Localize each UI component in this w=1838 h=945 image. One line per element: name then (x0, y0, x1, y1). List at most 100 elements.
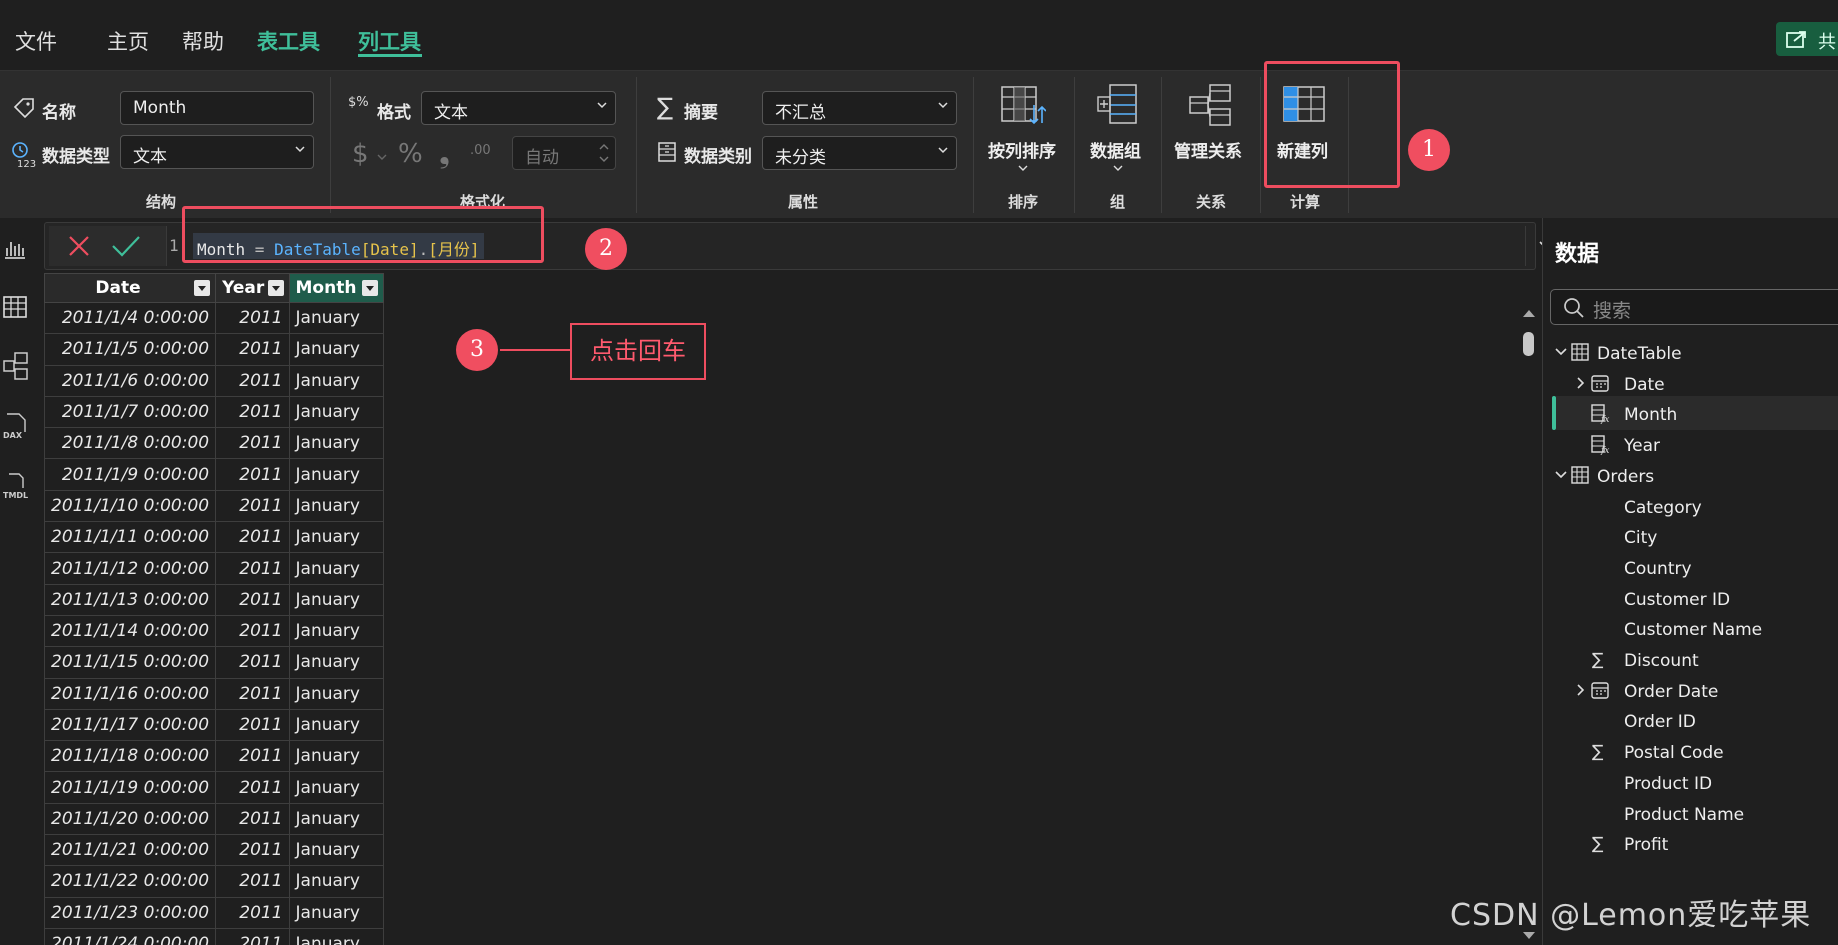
cell-date[interactable]: 2011/1/18 0:00:00 (44, 740, 217, 773)
format-select[interactable]: 文本 (421, 91, 616, 125)
cell-month[interactable]: January (288, 427, 384, 460)
cell-month[interactable]: January (288, 896, 384, 929)
field-tree-item[interactable]: Product Name (1543, 798, 1838, 832)
field-tree-table[interactable]: Orders (1543, 460, 1838, 494)
sort-by-column-button[interactable]: 按列排序 (983, 79, 1063, 179)
cell-month[interactable]: January (288, 614, 384, 648)
column-name-input[interactable]: Month (120, 91, 314, 125)
chevron-down-icon[interactable] (1555, 470, 1567, 480)
tmdl-view-icon[interactable]: TMDL (3, 472, 31, 502)
cell-month[interactable]: January (288, 489, 384, 523)
field-tree-item[interactable]: fx Year (1543, 429, 1838, 463)
cell-year[interactable]: 2011 (215, 927, 290, 945)
cell-year[interactable]: 2011 (215, 677, 290, 710)
cell-date[interactable]: 2011/1/11 0:00:00 (44, 521, 217, 554)
column-filter-button[interactable] (267, 280, 284, 296)
cell-date[interactable]: 2011/1/5 0:00:00 (44, 333, 217, 366)
column-filter-button[interactable] (362, 280, 378, 296)
field-tree-item[interactable]: Order ID (1543, 705, 1838, 739)
cell-month[interactable]: January (288, 708, 384, 742)
field-tree-table[interactable]: DateTable (1543, 337, 1838, 371)
cell-date[interactable]: 2011/1/24 0:00:00 (44, 927, 217, 945)
field-tree-item[interactable]: ∑ Discount (1543, 644, 1838, 678)
cell-date[interactable]: 2011/1/22 0:00:00 (44, 865, 217, 898)
cell-month[interactable]: January (288, 927, 384, 945)
cell-date[interactable]: 2011/1/7 0:00:00 (44, 395, 217, 429)
model-view-icon[interactable] (3, 352, 29, 380)
cell-year[interactable]: 2011 (215, 458, 290, 491)
cell-year[interactable]: 2011 (215, 521, 290, 554)
currency-button[interactable]: $ (352, 139, 369, 169)
tab-file[interactable]: 文件 (15, 26, 57, 56)
cell-month[interactable]: January (288, 458, 384, 491)
field-tree-item[interactable]: Order Date (1543, 675, 1838, 709)
column-filter-button[interactable] (194, 280, 211, 296)
column-header-date[interactable]: Date (44, 273, 217, 303)
share-button[interactable]: 共 (1776, 22, 1838, 56)
chevron-right-icon[interactable] (1576, 377, 1586, 389)
cell-month[interactable]: January (288, 395, 384, 429)
cell-year[interactable]: 2011 (215, 802, 290, 836)
cell-year[interactable]: 2011 (215, 740, 290, 773)
cell-date[interactable]: 2011/1/12 0:00:00 (44, 552, 217, 585)
field-tree-item[interactable]: City (1543, 521, 1838, 555)
cell-month[interactable]: January (288, 802, 384, 836)
field-tree-item[interactable]: Country (1543, 552, 1838, 586)
cell-date[interactable]: 2011/1/23 0:00:00 (44, 896, 217, 929)
field-tree-item[interactable]: ∑ Postal Code (1543, 736, 1838, 770)
report-view-icon[interactable] (3, 238, 27, 260)
cell-date[interactable]: 2011/1/8 0:00:00 (44, 427, 217, 460)
cell-year[interactable]: 2011 (215, 333, 290, 366)
commit-formula-icon[interactable] (111, 234, 141, 258)
dax-query-view-icon[interactable]: DAX (3, 412, 29, 442)
cell-year[interactable]: 2011 (215, 614, 290, 648)
cell-month[interactable]: January (288, 301, 384, 335)
cell-month[interactable]: January (288, 771, 384, 804)
cell-year[interactable]: 2011 (215, 646, 290, 679)
cell-month[interactable]: January (288, 834, 384, 867)
tab-column-tools[interactable]: 列工具 (358, 26, 421, 56)
cell-year[interactable]: 2011 (215, 489, 290, 523)
tab-help[interactable]: 帮助 (182, 26, 224, 56)
cell-year[interactable]: 2011 (215, 552, 290, 585)
field-tree-item[interactable]: fx Month (1543, 398, 1838, 432)
cell-year[interactable]: 2011 (215, 865, 290, 898)
percent-button[interactable]: % (398, 139, 423, 169)
chevron-right-icon[interactable] (1576, 684, 1586, 696)
scroll-up-arrow[interactable] (1523, 310, 1535, 317)
chevron-down-icon[interactable] (1555, 347, 1567, 357)
cell-year[interactable]: 2011 (215, 364, 290, 397)
column-header-month[interactable]: Month (288, 273, 384, 303)
cell-month[interactable]: January (288, 740, 384, 773)
manage-relationships-button[interactable]: 管理关系 (1170, 79, 1250, 179)
cell-date[interactable]: 2011/1/9 0:00:00 (44, 458, 217, 491)
cell-year[interactable]: 2011 (215, 896, 290, 929)
field-tree-item[interactable]: Date (1543, 368, 1838, 402)
grid-vertical-scrollbar[interactable] (1520, 310, 1536, 945)
scroll-thumb[interactable] (1523, 332, 1534, 356)
decimal-button[interactable]: .00 (470, 143, 491, 158)
field-tree-item[interactable]: Customer ID (1543, 583, 1838, 617)
cell-month[interactable]: January (288, 333, 384, 366)
cell-date[interactable]: 2011/1/13 0:00:00 (44, 583, 217, 616)
cell-date[interactable]: 2011/1/16 0:00:00 (44, 677, 217, 710)
summary-select[interactable]: 不汇总 (762, 91, 957, 125)
tab-home[interactable]: 主页 (107, 26, 149, 56)
data-groups-button[interactable]: 数据组 (1083, 79, 1153, 179)
column-header-year[interactable]: Year (215, 273, 290, 303)
cell-date[interactable]: 2011/1/20 0:00:00 (44, 802, 217, 836)
cell-date[interactable]: 2011/1/6 0:00:00 (44, 364, 217, 397)
cell-year[interactable]: 2011 (215, 427, 290, 460)
cell-date[interactable]: 2011/1/21 0:00:00 (44, 834, 217, 867)
decimal-places-spinner[interactable]: 自动 (512, 136, 616, 170)
cell-year[interactable]: 2011 (215, 395, 290, 429)
cell-year[interactable]: 2011 (215, 834, 290, 867)
cancel-formula-icon[interactable] (67, 234, 91, 258)
cell-month[interactable]: January (288, 583, 384, 616)
cell-date[interactable]: 2011/1/14 0:00:00 (44, 614, 217, 648)
cell-date[interactable]: 2011/1/19 0:00:00 (44, 771, 217, 804)
cell-month[interactable]: January (288, 552, 384, 585)
field-tree-item[interactable]: Product ID (1543, 767, 1838, 801)
field-tree-item[interactable]: Category (1543, 491, 1838, 525)
data-search-input[interactable]: 搜索 (1550, 289, 1838, 325)
